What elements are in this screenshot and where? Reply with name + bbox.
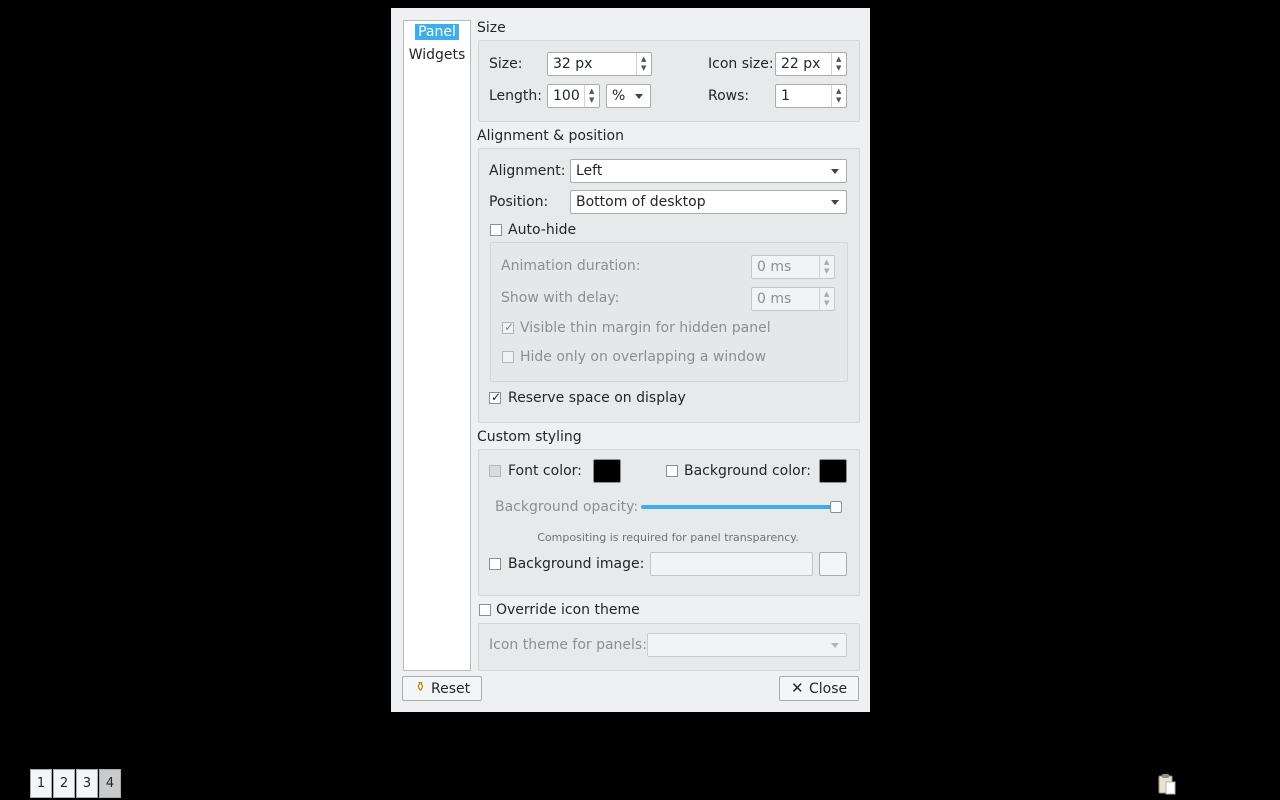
animation-duration-label: Animation duration: bbox=[501, 258, 641, 274]
delay-spin-arrows[interactable]: ▲ ▼ bbox=[819, 288, 834, 310]
spin-up-icon[interactable]: ▲ bbox=[824, 259, 829, 266]
font-color-swatch[interactable] bbox=[593, 459, 621, 483]
spin-down-icon[interactable]: ▼ bbox=[836, 97, 841, 104]
spin-up-icon[interactable]: ▲ bbox=[589, 88, 594, 95]
icon-theme-label: Icon theme for panels: bbox=[489, 637, 647, 653]
settings-nav-list: Panel Widgets bbox=[403, 20, 471, 671]
bg-image-checkbox[interactable] bbox=[489, 558, 501, 570]
length-spin-arrows[interactable]: ▲ ▼ bbox=[584, 85, 599, 107]
hide-overlap-label: Hide only on overlapping a window bbox=[520, 349, 767, 365]
spin-up-icon[interactable]: ▲ bbox=[824, 291, 829, 298]
length-unit-value: % bbox=[612, 88, 626, 104]
icon-size-label: Icon size: bbox=[708, 56, 774, 72]
reserve-space-checkbox[interactable] bbox=[489, 390, 501, 404]
bg-color-label: Background color: bbox=[684, 463, 811, 479]
spin-up-icon[interactable]: ▲ bbox=[641, 56, 646, 63]
spin-down-icon[interactable]: ▼ bbox=[824, 300, 829, 307]
position-label: Position: bbox=[489, 194, 549, 210]
close-button-label: Close bbox=[809, 681, 848, 697]
desktop-3-button[interactable]: 3 bbox=[76, 769, 98, 798]
nav-item-panel[interactable]: Panel bbox=[404, 24, 470, 40]
clipboard-icon[interactable] bbox=[1157, 773, 1177, 795]
override-icon-theme-label[interactable]: Override icon theme bbox=[496, 602, 640, 618]
bg-image-label: Background image: bbox=[508, 556, 645, 572]
bg-opacity-slider-handle[interactable] bbox=[830, 501, 842, 513]
override-icon-theme-checkbox[interactable] bbox=[479, 604, 491, 616]
alignment-value: Left bbox=[576, 163, 603, 179]
spin-up-icon[interactable]: ▲ bbox=[836, 56, 841, 63]
bg-image-browse-button[interactable] bbox=[819, 552, 847, 576]
length-spinbox[interactable]: 100 ▲ ▼ bbox=[547, 84, 600, 108]
desktop-4-button[interactable]: 4 bbox=[99, 769, 121, 798]
close-button[interactable]: ✕ Close bbox=[779, 676, 859, 701]
chevron-down-icon bbox=[831, 643, 839, 648]
show-delay-value: 0 ms bbox=[757, 291, 792, 307]
icon-size-value: 22 px bbox=[781, 56, 821, 72]
bg-opacity-label: Background opacity: bbox=[495, 499, 639, 515]
icon-size-spin-arrows[interactable]: ▲ ▼ bbox=[831, 53, 846, 75]
size-spin-arrows[interactable]: ▲ ▼ bbox=[636, 53, 651, 75]
styling-section-title: Custom styling bbox=[477, 429, 582, 445]
alignment-combo[interactable]: Left bbox=[570, 159, 847, 183]
position-combo[interactable]: Bottom of desktop bbox=[570, 190, 847, 214]
icon-theme-combo[interactable] bbox=[647, 633, 847, 657]
size-spinbox[interactable]: 32 px ▲ ▼ bbox=[547, 52, 652, 76]
length-label: Length: bbox=[489, 88, 543, 104]
autohide-checkbox[interactable] bbox=[490, 224, 502, 236]
hide-overlap-checkbox[interactable] bbox=[502, 351, 514, 363]
length-unit-combo[interactable]: % bbox=[606, 84, 651, 108]
font-color-label: Font color: bbox=[508, 463, 582, 479]
rows-spinbox[interactable]: 1 ▲ ▼ bbox=[775, 84, 847, 108]
reset-button-label: Reset bbox=[431, 681, 471, 697]
icon-size-spinbox[interactable]: 22 px ▲ ▼ bbox=[775, 52, 847, 76]
desktop-2-button[interactable]: 2 bbox=[53, 769, 75, 798]
size-value: 32 px bbox=[553, 56, 593, 72]
rows-spin-arrows[interactable]: ▲ ▼ bbox=[831, 85, 846, 107]
show-delay-label: Show with delay: bbox=[501, 290, 620, 306]
alignment-label: Alignment: bbox=[489, 163, 566, 179]
animation-spin-arrows[interactable]: ▲ ▼ bbox=[819, 256, 834, 278]
spin-down-icon[interactable]: ▼ bbox=[824, 268, 829, 275]
spin-down-icon[interactable]: ▼ bbox=[589, 97, 594, 104]
close-icon: ✕ bbox=[791, 679, 804, 697]
reset-button[interactable]: ⚱ Reset bbox=[402, 676, 482, 701]
size-section-title: Size bbox=[477, 20, 506, 36]
alignment-section-title: Alignment & position bbox=[477, 128, 624, 144]
position-value: Bottom of desktop bbox=[576, 194, 706, 210]
thin-margin-checkbox[interactable] bbox=[502, 320, 514, 334]
length-value: 100 bbox=[553, 88, 580, 104]
nav-item-widgets[interactable]: Widgets bbox=[404, 47, 470, 63]
chevron-down-icon bbox=[831, 169, 839, 174]
bg-color-swatch[interactable] bbox=[819, 459, 847, 483]
size-label: Size: bbox=[489, 56, 523, 72]
thin-margin-label: Visible thin margin for hidden panel bbox=[520, 320, 771, 336]
panel-settings-dialog: Panel Widgets Size Size: 32 px ▲ ▼ Icon s… bbox=[391, 8, 870, 712]
bg-color-checkbox[interactable] bbox=[666, 465, 678, 477]
spin-down-icon[interactable]: ▼ bbox=[836, 65, 841, 72]
rows-value: 1 bbox=[781, 88, 790, 104]
font-color-checkbox[interactable] bbox=[489, 465, 501, 477]
compositing-note: Compositing is required for panel transp… bbox=[537, 531, 799, 544]
desktop-pager: 1 2 3 4 bbox=[30, 769, 125, 798]
rows-label: Rows: bbox=[708, 88, 750, 104]
reserve-space-label[interactable]: Reserve space on display bbox=[508, 390, 686, 406]
animation-duration-value: 0 ms bbox=[757, 259, 792, 275]
spin-up-icon[interactable]: ▲ bbox=[836, 88, 841, 95]
show-delay-spinbox[interactable]: 0 ms ▲ ▼ bbox=[751, 287, 835, 311]
broom-icon: ⚱ bbox=[415, 680, 426, 695]
animation-duration-spinbox[interactable]: 0 ms ▲ ▼ bbox=[751, 255, 835, 279]
chevron-down-icon bbox=[831, 200, 839, 205]
bg-image-path-input[interactable] bbox=[650, 552, 813, 576]
autohide-label[interactable]: Auto-hide bbox=[508, 222, 576, 238]
desktop-1-button[interactable]: 1 bbox=[30, 769, 52, 798]
chevron-down-icon bbox=[635, 94, 643, 99]
bg-opacity-slider[interactable] bbox=[641, 505, 836, 509]
spin-down-icon[interactable]: ▼ bbox=[641, 65, 646, 72]
